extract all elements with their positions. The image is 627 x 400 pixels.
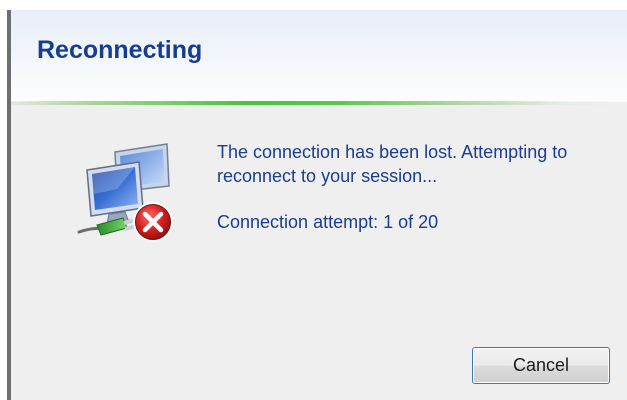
connection-attempt-status: Connection attempt: 1 of 20 bbox=[217, 212, 439, 232]
dialog-title: Reconnecting bbox=[37, 36, 203, 64]
dialog-header: Reconnecting bbox=[11, 10, 627, 102]
cancel-button[interactable]: Cancel bbox=[472, 347, 610, 384]
connection-lost-message: The connection has been lost. Attempting… bbox=[217, 142, 568, 186]
reconnecting-dialog: Reconnecting The connection has been los… bbox=[11, 10, 627, 400]
screen: Reconnecting The connection has been los… bbox=[0, 0, 627, 400]
header-divider bbox=[11, 101, 627, 105]
network-disconnected-icon bbox=[67, 134, 183, 250]
